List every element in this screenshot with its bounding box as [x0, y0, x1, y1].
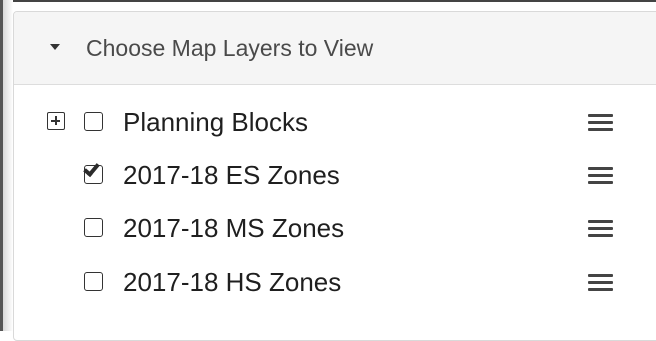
layer-checkbox-planning-blocks[interactable]	[84, 112, 103, 131]
window-top-border	[0, 0, 656, 2]
caret-down-icon[interactable]	[50, 44, 60, 50]
layer-checkbox-ms-zones[interactable]	[84, 218, 103, 237]
layer-label: 2017-18 ES Zones	[123, 160, 340, 190]
screenshot-frame: Choose Map Layers to View Planning Block…	[0, 0, 656, 341]
layer-label: 2017-18 HS Zones	[123, 267, 342, 297]
layer-checkbox-es-zones[interactable]	[83, 159, 103, 184]
layer-row-ms-zones: 2017-18 MS Zones	[14, 212, 656, 252]
hamburger-menu-icon[interactable]	[588, 220, 613, 237]
map-layers-panel-header[interactable]: Choose Map Layers to View	[14, 12, 656, 85]
hamburger-menu-icon[interactable]	[588, 274, 613, 291]
map-layers-panel: Choose Map Layers to View Planning Block…	[13, 11, 656, 341]
checkmark-icon	[83, 159, 100, 178]
layer-checkbox-hs-zones[interactable]	[84, 272, 103, 291]
layer-label: 2017-18 MS Zones	[123, 213, 345, 243]
layer-row-es-zones: 2017-18 ES Zones	[14, 159, 656, 199]
layer-row-planning-blocks: Planning Blocks	[14, 106, 656, 146]
hamburger-menu-icon[interactable]	[588, 114, 613, 131]
hamburger-menu-icon[interactable]	[588, 167, 613, 184]
plus-square-icon[interactable]	[47, 112, 65, 130]
panel-title: Choose Map Layers to View	[86, 35, 374, 61]
window-left-shadow	[3, 0, 13, 331]
layer-label: Planning Blocks	[123, 107, 308, 137]
layer-row-hs-zones: 2017-18 HS Zones	[14, 266, 656, 306]
